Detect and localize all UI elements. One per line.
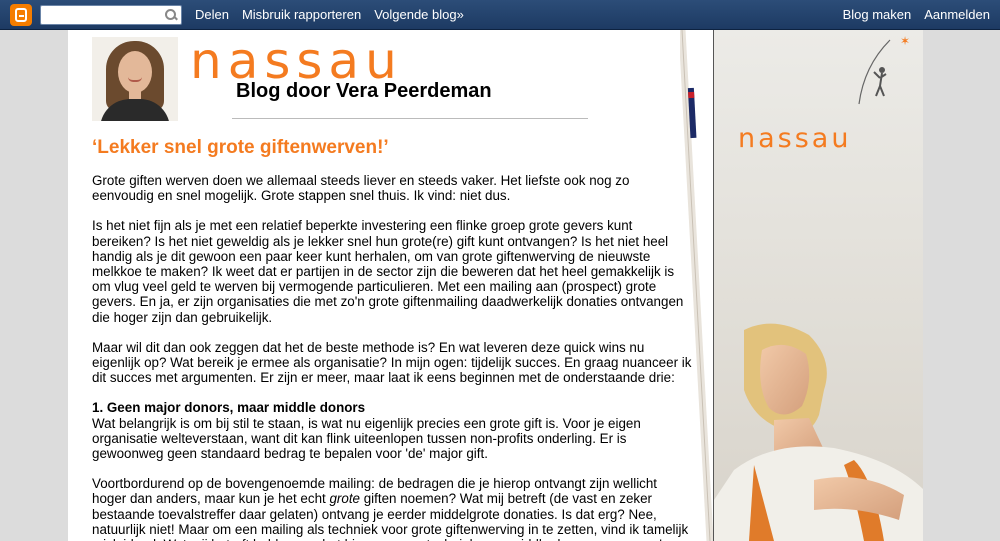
blogger-navbar: Delen Misbruik rapporteren Volgende blog… (0, 0, 1000, 30)
post-paragraph: Wat belangrijk is om bij stil te staan, … (92, 415, 641, 462)
post-title[interactable]: ‘Lekker snel grote giftenwerven!’ (92, 137, 692, 159)
next-blog-link[interactable]: Volgende blog» (374, 7, 464, 22)
author-avatar (92, 37, 178, 121)
sign-in-link[interactable]: Aanmelden (924, 7, 990, 22)
post-paragraph: Grote giften werven doen we allemaal ste… (92, 173, 630, 204)
search-input[interactable] (46, 6, 164, 23)
blog-post: ‘Lekker snel grote giftenwerven!’ Grote … (92, 137, 692, 541)
vaulting-pole-image (680, 30, 714, 541)
section-heading: 1. Geen major donors, maar middle donors (92, 400, 366, 416)
star-icon: ✶ (900, 34, 911, 48)
post-paragraph: Is het niet fijn als je met een relatief… (92, 218, 684, 325)
search-icon[interactable] (164, 8, 178, 22)
create-blog-link[interactable]: Blog maken (843, 7, 912, 22)
blog-header: nassau Blog door Vera Peerdeman (68, 30, 598, 125)
sidebar-banner: ✶ nassau (713, 30, 923, 541)
share-link[interactable]: Delen (195, 7, 229, 22)
blogger-logo-icon[interactable] (10, 3, 32, 26)
search-box (40, 4, 182, 25)
athlete-image (714, 323, 923, 541)
sidebar-brand: nassau (738, 123, 852, 154)
navbar-right: Blog maken Aanmelden (843, 7, 990, 22)
post-paragraph: Maar wil dit dan ook zeggen dat het de b… (92, 339, 692, 386)
report-abuse-link[interactable]: Misbruik rapporteren (242, 7, 361, 22)
blog-subtitle: Blog door Vera Peerdeman (236, 80, 492, 102)
post-paragraph: Voortbordurend op de bovengenoemde maili… (92, 476, 689, 541)
blog-page: nassau Blog door Vera Peerdeman ‘Lekker … (68, 30, 923, 541)
header-divider (232, 118, 588, 119)
pole-vaulter-icon (858, 39, 891, 105)
